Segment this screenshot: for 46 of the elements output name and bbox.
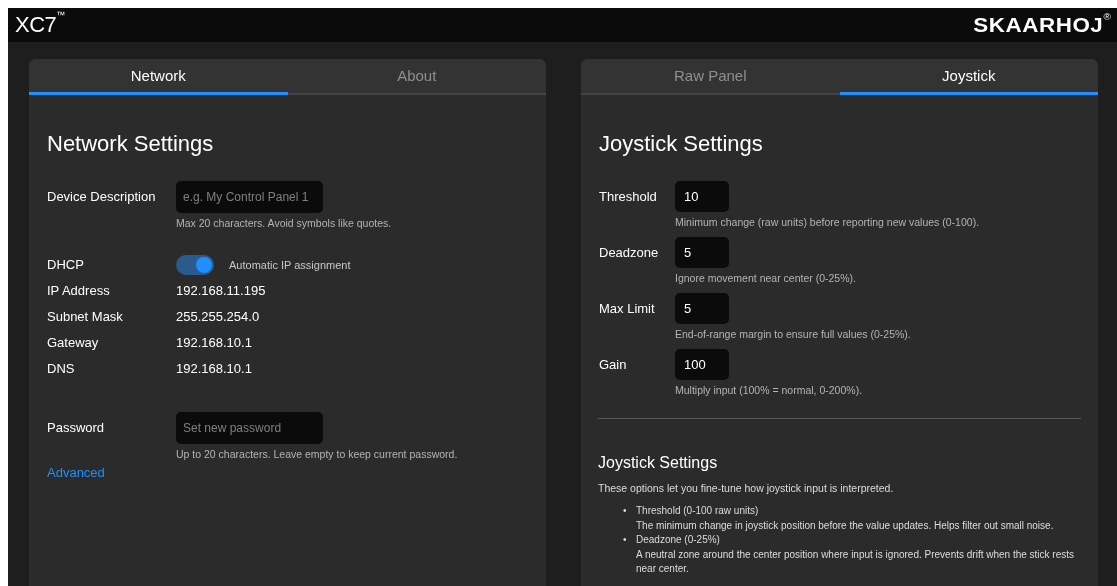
bullet-mark: • <box>623 533 628 547</box>
brand-logo: SKAARHOJ$^{®}$ <box>972 13 1111 37</box>
input-field[interactable]: 100 <box>675 349 729 380</box>
hint-text: End-of-range margin to ensure full values (0-25%). <box>675 327 912 341</box>
bullet-mark: • <box>623 504 628 518</box>
field-label: Gain <box>599 356 628 374</box>
field-label: Max Limit <box>599 300 656 318</box>
hint-text: Minimum change (raw units) before reporting new values (0-100). <box>675 215 981 229</box>
hint-text: Multiply input (100% = normal, 0-200%). <box>675 383 864 397</box>
product-logo: XC7$^{™}$ <box>15 12 65 38</box>
help-term: Threshold (0-100 raw units) <box>636 505 759 516</box>
field-label: Subnet Mask <box>47 308 124 326</box>
help-text: The minimum change in joystick position before the value updates. Helps filter out small noise. <box>636 519 1054 531</box>
input-field[interactable]: 5 <box>675 293 729 324</box>
hint-text: Max 20 characters. Avoid symbols like quotes. <box>176 216 393 230</box>
tab[interactable]: Network <box>29 59 288 95</box>
input-field[interactable]: Set new password <box>176 412 323 444</box>
toggle-switch[interactable] <box>176 255 214 275</box>
tab[interactable]: About <box>287 59 546 95</box>
input-field[interactable]: 5 <box>675 237 729 268</box>
help-text: A neutral zone around the center position where input is ignored. Prevents drift when the stick rests near center. <box>636 548 1075 574</box>
hint-text: Ignore movement near center (0-25%). <box>675 271 857 285</box>
field-label: Password <box>47 419 106 437</box>
field-value: 192.168.10.1 <box>176 360 253 378</box>
field-label: Gateway <box>47 334 100 352</box>
field-label: DHCP <box>47 256 85 274</box>
help-term: Deadzone (0-25%) <box>636 534 720 545</box>
help-intro: These options let you fine-tune how joystick input is interpreted. <box>598 482 895 494</box>
tab[interactable]: Raw Panel <box>581 59 840 95</box>
field-value: 192.168.11.195 <box>176 282 267 300</box>
hint-text: Up to 20 characters. Leave empty to keep current password. <box>176 447 459 461</box>
help-title: Joystick Settings <box>598 454 719 472</box>
input-field[interactable]: e.g. My Control Panel 1 <box>176 181 323 213</box>
toggle-caption: Automatic IP assignment <box>229 259 351 271</box>
field-value: 255.255.254.0 <box>176 308 261 326</box>
field-label: DNS <box>47 360 76 378</box>
section-title: Network Settings <box>47 131 215 157</box>
input-field[interactable]: 10 <box>675 181 729 212</box>
advanced-link[interactable]: Advanced <box>47 465 105 480</box>
field-label: Device Description <box>47 188 157 206</box>
field-value: 192.168.10.1 <box>176 334 253 352</box>
field-label: IP Address <box>47 282 111 300</box>
section-title: Joystick Settings <box>599 131 764 157</box>
field-label: Threshold <box>599 188 658 206</box>
field-label: Deadzone <box>599 244 660 262</box>
tab[interactable]: Joystick <box>839 59 1098 95</box>
